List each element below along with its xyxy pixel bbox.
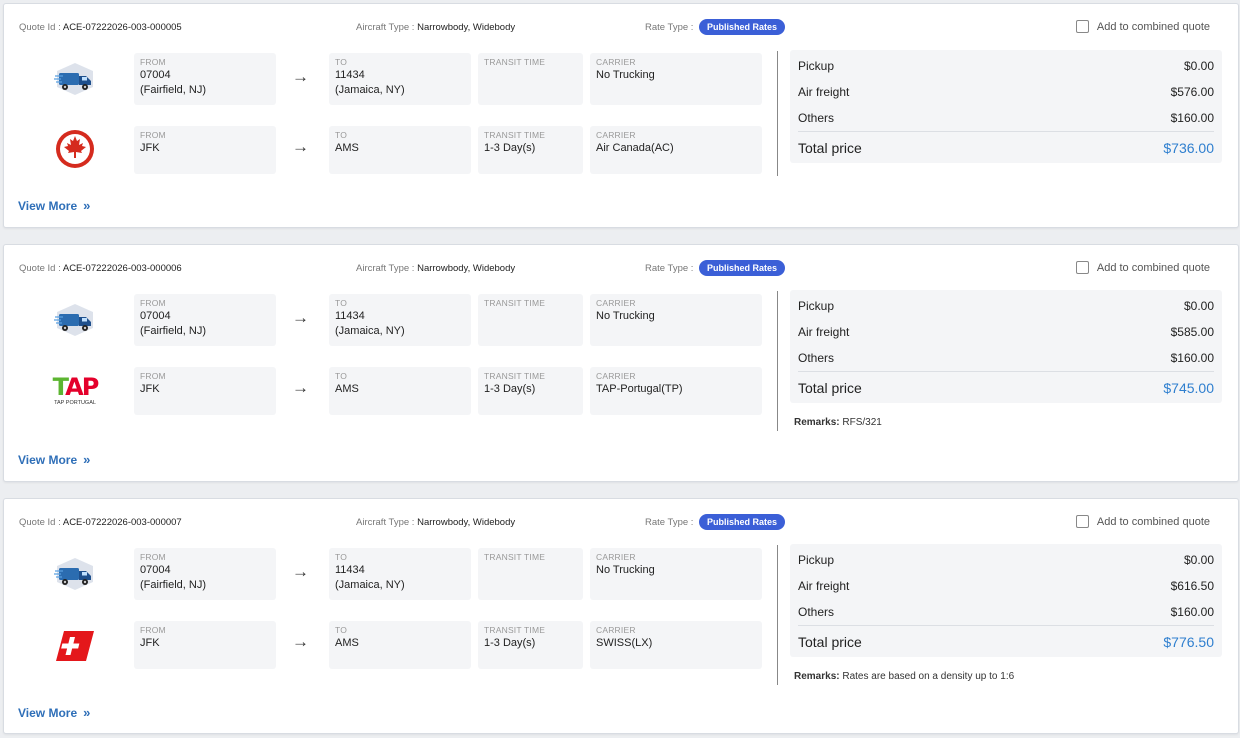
air-to: TO AMS [329,621,471,669]
view-more-link[interactable]: View More » [18,198,90,213]
swiss-logo [52,623,98,669]
air-freight-row: Air freight $616.50 [798,579,1214,593]
rate-type-badge: Published Rates [699,260,786,276]
pickup-row: Pickup $0.00 [798,299,1214,313]
combined-quote-checkbox[interactable] [1075,261,1089,274]
add-to-combined-quote[interactable]: Add to combined quote [1075,515,1210,528]
air-from: FROM JFK [134,621,276,669]
total-price-row: Total price $776.50 [798,625,1214,657]
combined-quote-checkbox[interactable] [1075,20,1089,33]
price-summary: Pickup $0.00 Air freight $616.50 Others $16… [790,544,1222,657]
air-from: FROM JFK [134,367,276,415]
truck-to: TO 11434 (Jamaica, NY) [329,294,471,346]
section-divider [777,545,778,685]
truck-to: TO 11434 (Jamaica, NY) [329,548,471,600]
add-to-combined-quote[interactable]: Add to combined quote [1075,20,1210,33]
aircraft-type: Aircraft Type : Narrowbody, Widebody [356,22,516,33]
aircraft-type: Aircraft Type : Narrowbody, Widebody [356,263,516,274]
remarks: Remarks: Rates are based on a density up… [794,671,1015,682]
truck-icon [52,297,98,343]
add-to-combined-quote[interactable]: Add to combined quote [1075,261,1210,274]
arrow-icon: → [292,308,309,327]
price-summary: Pickup $0.00 Air freight $576.00 Others $16… [790,50,1222,163]
aircraft-type: Aircraft Type : Narrowbody, Widebody [356,517,516,528]
truck-carrier: CARRIER No Trucking [590,548,762,600]
double-chevron-right-icon: » [83,198,91,213]
others-row: Others $160.00 [798,111,1214,125]
arrow-icon: → [292,378,309,397]
air-transit: TRANSIT TIME 1-3 Day(s) [478,126,583,174]
quote-id: Quote Id : ACE-07222026-003-000006 [19,263,182,274]
others-row: Others $160.00 [798,605,1214,619]
arrow-icon: → [292,632,309,651]
pickup-row: Pickup $0.00 [798,553,1214,567]
quote-header: Quote Id : ACE-07222026-003-000006 Aircr… [4,245,1238,291]
total-price-row: Total price $745.00 [798,371,1214,403]
quote-id: Quote Id : ACE-07222026-003-000005 [19,22,182,33]
truck-carrier: CARRIER No Trucking [590,53,762,105]
pickup-row: Pickup $0.00 [798,59,1214,73]
rate-type-label: Rate Type : [645,22,694,33]
rate-type-label: Rate Type : [645,517,694,528]
quote-card: Quote Id : ACE-07222026-003-000007 Aircr… [3,498,1239,734]
section-divider [777,51,778,176]
air-to: TO AMS [329,367,471,415]
double-chevron-right-icon: » [83,705,91,720]
total-price-row: Total price $736.00 [798,131,1214,163]
truck-transit: TRANSIT TIME [478,294,583,346]
truck-icon [52,551,98,597]
section-divider [777,291,778,431]
air-freight-row: Air freight $585.00 [798,325,1214,339]
arrow-icon: → [292,67,309,86]
truck-transit: TRANSIT TIME [478,548,583,600]
air-transit: TRANSIT TIME 1-3 Day(s) [478,367,583,415]
quote-header: Quote Id : ACE-07222026-003-000007 Aircr… [4,499,1238,545]
air-to: TO AMS [329,126,471,174]
quote-id: Quote Id : ACE-07222026-003-000007 [19,517,182,528]
double-chevron-right-icon: » [83,452,91,467]
arrow-icon: → [292,137,309,156]
view-more-link[interactable]: View More » [18,705,90,720]
quote-card: Quote Id : ACE-07222026-003-000005 Aircr… [3,3,1239,228]
truck-from: FROM 07004 (Fairfield, NJ) [134,548,276,600]
air-carrier: CARRIER Air Canada(AC) [590,126,762,174]
air-transit: TRANSIT TIME 1-3 Day(s) [478,621,583,669]
truck-from: FROM 07004 (Fairfield, NJ) [134,53,276,105]
price-summary: Pickup $0.00 Air freight $585.00 Others $16… [790,290,1222,403]
rate-type-badge: Published Rates [699,19,786,35]
truck-to: TO 11434 (Jamaica, NY) [329,53,471,105]
remarks: Remarks: RFS/321 [794,417,882,428]
quote-card: Quote Id : ACE-07222026-003-000006 Aircr… [3,244,1239,482]
air-canada-logo [52,126,98,172]
truck-carrier: CARRIER No Trucking [590,294,762,346]
arrow-icon: → [292,562,309,581]
rate-type-badge: Published Rates [699,514,786,530]
air-from: FROM JFK [134,126,276,174]
truck-from: FROM 07004 (Fairfield, NJ) [134,294,276,346]
combined-quote-checkbox[interactable] [1075,515,1089,528]
truck-transit: TRANSIT TIME [478,53,583,105]
others-row: Others $160.00 [798,351,1214,365]
view-more-link[interactable]: View More » [18,452,90,467]
truck-icon [52,56,98,102]
quote-header: Quote Id : ACE-07222026-003-000005 Aircr… [4,4,1238,50]
rate-type-label: Rate Type : [645,263,694,274]
air-freight-row: Air freight $576.00 [798,85,1214,99]
air-carrier: CARRIER TAP-Portugal(TP) [590,367,762,415]
tap-portugal-logo: TAP TAP PORTUGAL [52,372,100,406]
air-carrier: CARRIER SWISS(LX) [590,621,762,669]
